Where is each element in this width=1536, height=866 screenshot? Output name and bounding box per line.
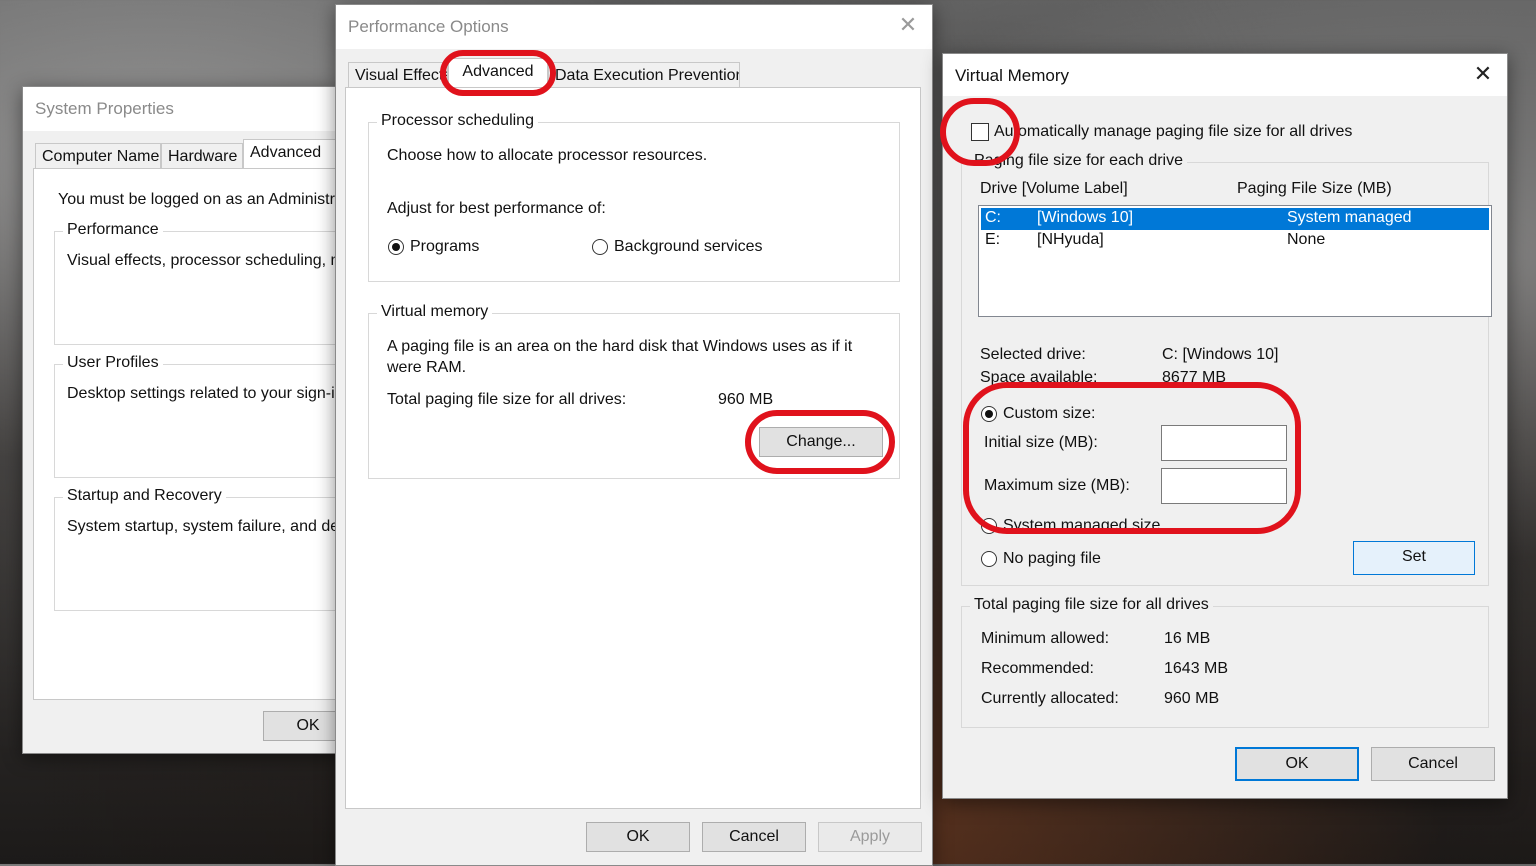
space-available-value: 8677 MB xyxy=(1162,369,1227,386)
system-properties-titlebar[interactable]: System Properties xyxy=(23,87,339,131)
drive-paging-size: System managed xyxy=(1287,209,1412,226)
programs-radio[interactable] xyxy=(388,239,404,255)
maximum-size-input[interactable] xyxy=(1161,468,1287,504)
group-legend: Paging file size for each drive xyxy=(970,152,1187,170)
system-properties-window: System Properties Computer Name Hardware… xyxy=(22,86,340,754)
tab-label: Advanced xyxy=(462,63,534,80)
auto-manage-label[interactable]: Automatically manage paging file size fo… xyxy=(994,123,1352,141)
background-services-label[interactable]: Background services xyxy=(614,238,763,256)
no-paging-file-radio[interactable] xyxy=(981,551,997,567)
auto-manage-checkbox[interactable] xyxy=(971,123,989,141)
group-legend: Total paging file size for all drives xyxy=(970,596,1213,614)
maximum-size-label: Maximum size (MB): xyxy=(984,477,1130,494)
performance-options-window: Performance Options ✕ Visual Effects Adv… xyxy=(335,4,933,866)
cancel-button[interactable]: Cancel xyxy=(702,822,806,852)
drive-volume-label: [NHyuda] xyxy=(1037,231,1104,248)
tab-data-execution-prevention[interactable]: Data Execution Prevention xyxy=(548,62,740,88)
processor-scheduling-group: Processor scheduling Choose how to alloc… xyxy=(368,112,900,282)
initial-size-input[interactable] xyxy=(1161,425,1287,461)
cancel-button[interactable]: Cancel xyxy=(1371,747,1495,781)
group-legend: Virtual memory xyxy=(377,303,493,321)
tab-label: Advanced xyxy=(250,144,322,161)
paging-desc-line2: were RAM. xyxy=(387,359,467,376)
window-title: Performance Options xyxy=(348,17,509,36)
paging-each-drive-group: Paging file size for each drive Drive [V… xyxy=(961,152,1492,586)
user-profiles-group: User Profiles Desktop settings related t… xyxy=(54,354,340,478)
custom-size-radio[interactable] xyxy=(981,406,997,422)
drive-paging-size: None xyxy=(1287,231,1326,248)
admin-notice: You must be logged on as an Administrato xyxy=(58,191,340,208)
adjust-label: Adjust for best performance of: xyxy=(387,200,606,217)
total-paging-group: Total paging file size for all drives Mi… xyxy=(961,596,1489,728)
window-title: Virtual Memory xyxy=(955,66,1069,85)
background-services-radio[interactable] xyxy=(592,239,608,255)
tab-computer-name[interactable]: Computer Name xyxy=(35,143,161,169)
column-drive-header: Drive [Volume Label] xyxy=(980,180,1128,197)
group-legend: Processor scheduling xyxy=(377,112,538,130)
processor-desc: Choose how to allocate processor resourc… xyxy=(387,147,708,164)
system-managed-label[interactable]: System managed size xyxy=(1003,517,1160,535)
group-legend: User Profiles xyxy=(63,354,163,372)
total-paging-label: Total paging file size for all drives: xyxy=(387,391,627,408)
ok-button[interactable]: OK xyxy=(1235,747,1359,781)
tab-hardware[interactable]: Hardware xyxy=(161,143,243,169)
virtual-memory-titlebar[interactable]: Virtual Memory ✕ xyxy=(943,54,1507,96)
drive-letter: E: xyxy=(985,231,1001,248)
group-desc: Visual effects, processor scheduling, me xyxy=(67,252,340,269)
group-legend: Startup and Recovery xyxy=(63,487,226,505)
list-item[interactable]: C: [Windows 10] System managed xyxy=(981,208,1489,230)
paging-desc-line1: A paging file is an area on the hard dis… xyxy=(387,338,853,355)
tab-visual-effects[interactable]: Visual Effects xyxy=(348,62,448,88)
system-properties-panel: You must be logged on as an Administrato… xyxy=(33,168,340,700)
custom-size-label[interactable]: Custom size: xyxy=(1003,405,1095,423)
selected-drive-value: C: [Windows 10] xyxy=(1162,346,1279,363)
performance-group: Performance Visual effects, processor sc… xyxy=(54,221,340,345)
set-button[interactable]: Set xyxy=(1353,541,1475,575)
recommended-label: Recommended: xyxy=(981,660,1094,677)
performance-options-panel: Processor scheduling Choose how to alloc… xyxy=(345,87,921,809)
ok-button[interactable]: OK xyxy=(586,822,690,852)
initial-size-label: Initial size (MB): xyxy=(984,434,1098,451)
column-size-header: Paging File Size (MB) xyxy=(1237,180,1392,197)
currently-allocated-value: 960 MB xyxy=(1164,690,1220,707)
tab-label: Hardware xyxy=(168,148,238,165)
group-desc: Desktop settings related to your sign-in xyxy=(67,385,340,402)
drive-list[interactable]: C: [Windows 10] System managed E: [NHyud… xyxy=(978,205,1492,317)
minimum-allowed-label: Minimum allowed: xyxy=(981,630,1110,647)
group-desc: System startup, system failure, and debu xyxy=(67,518,340,535)
startup-recovery-group: Startup and Recovery System startup, sys… xyxy=(54,487,340,611)
close-icon[interactable]: ✕ xyxy=(896,13,920,37)
tab-advanced[interactable]: Advanced xyxy=(243,139,339,169)
change-button[interactable]: Change... xyxy=(759,427,883,457)
minimum-allowed-value: 16 MB xyxy=(1164,630,1211,647)
programs-label[interactable]: Programs xyxy=(410,238,479,256)
selected-drive-label: Selected drive: xyxy=(980,346,1086,363)
performance-options-titlebar[interactable]: Performance Options ✕ xyxy=(336,5,932,49)
total-paging-value: 960 MB xyxy=(718,391,774,408)
virtual-memory-group: Virtual memory A paging file is an area … xyxy=(368,303,900,479)
group-legend: Performance xyxy=(63,221,163,239)
window-title: System Properties xyxy=(35,99,174,118)
list-item[interactable]: E: [NHyuda] None xyxy=(981,230,1489,252)
virtual-memory-window: Virtual Memory ✕ Automatically manage pa… xyxy=(942,53,1508,799)
space-available-label: Space available: xyxy=(980,369,1098,386)
no-paging-file-label[interactable]: No paging file xyxy=(1003,550,1101,568)
tab-label: Computer Name xyxy=(42,148,160,165)
tab-label: Visual Effects xyxy=(355,67,448,84)
tab-advanced[interactable]: Advanced xyxy=(448,58,548,88)
drive-volume-label: [Windows 10] xyxy=(1037,209,1134,226)
ok-button[interactable]: OK xyxy=(263,711,339,741)
tab-label: Data Execution Prevention xyxy=(555,67,740,84)
close-icon[interactable]: ✕ xyxy=(1471,62,1495,86)
recommended-value: 1643 MB xyxy=(1164,660,1229,677)
apply-button[interactable]: Apply xyxy=(818,822,922,852)
drive-letter: C: xyxy=(985,209,1001,226)
system-managed-radio[interactable] xyxy=(981,518,997,534)
currently-allocated-label: Currently allocated: xyxy=(981,690,1119,707)
